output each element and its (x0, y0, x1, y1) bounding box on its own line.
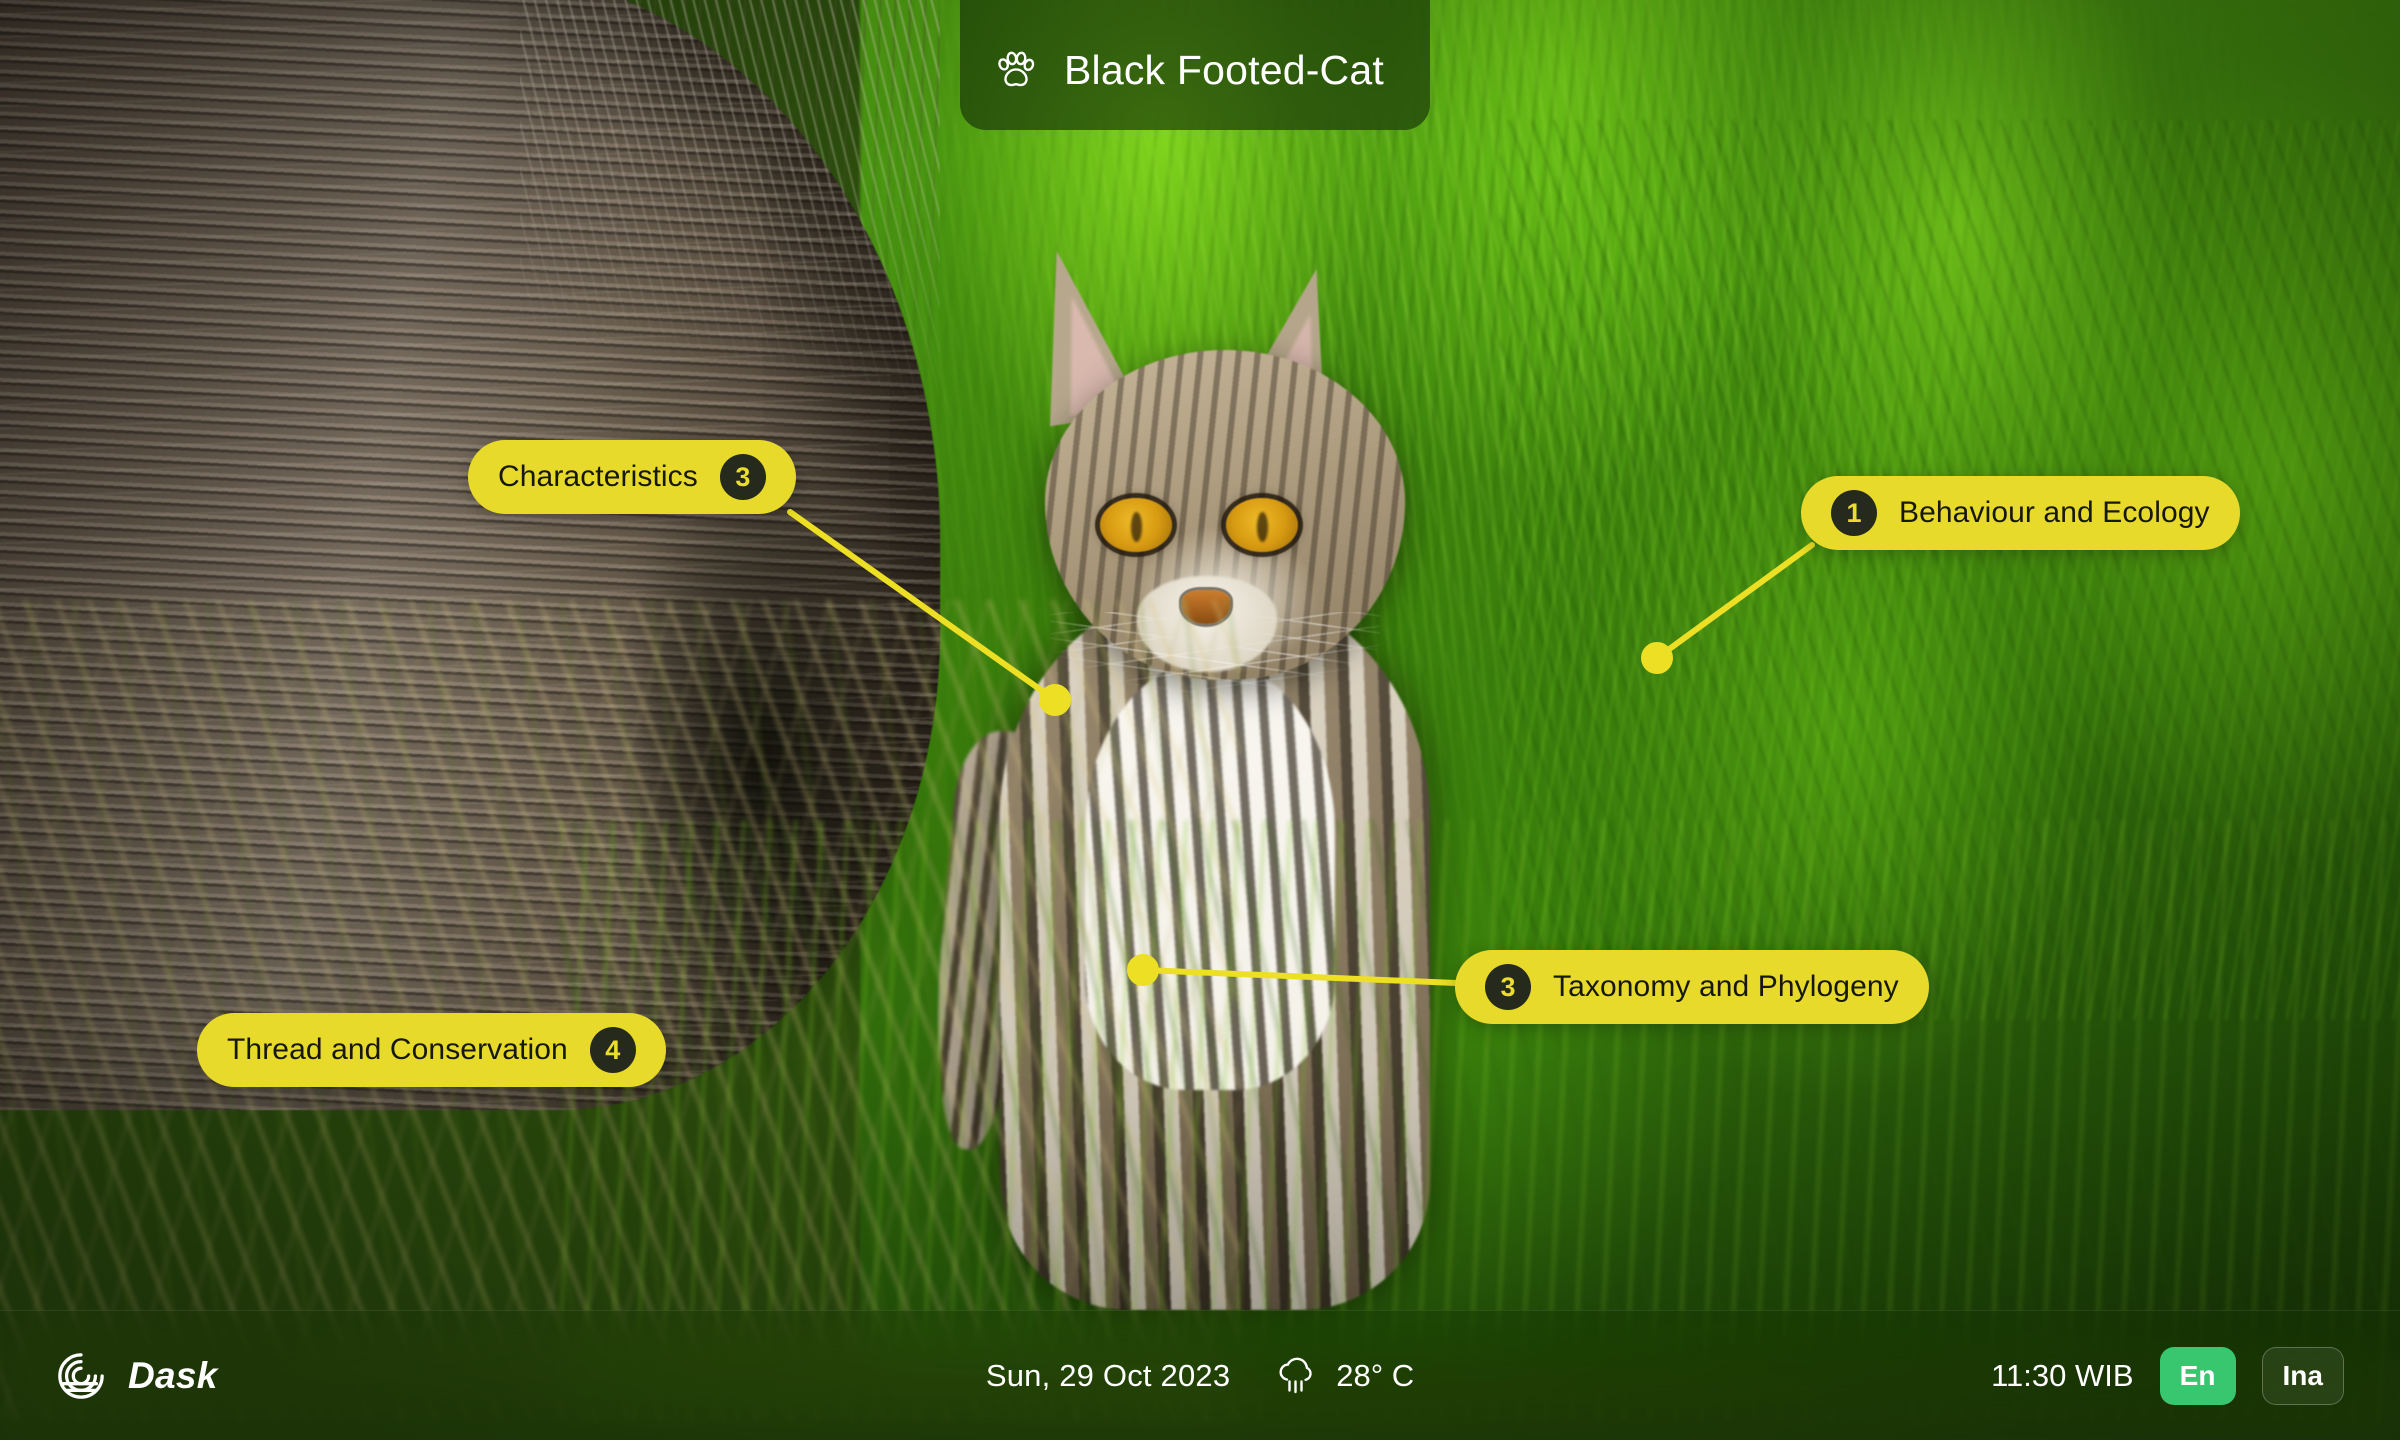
taskbar-center: Sun, 29 Oct 2023 28° C (792, 1354, 1608, 1398)
vignette-overlay (0, 0, 2400, 1440)
language-button-ina[interactable]: Ina (2261, 1346, 2344, 1405)
page-title: Black Footed-Cat (1064, 46, 1384, 93)
brand-name: Dask (128, 1354, 218, 1396)
taskbar-brand[interactable]: Dask (0, 1351, 792, 1401)
dask-spiral-logo-icon (58, 1352, 104, 1399)
page-title-bar: Black Footed-Cat (960, 0, 1430, 130)
annotation-label: Characteristics (498, 460, 698, 493)
rain-cloud-icon (1279, 1357, 1312, 1393)
temperature-label: 28° C (1336, 1357, 1415, 1393)
taskbar: Dask Sun, 29 Oct 2023 28° C 11:30 WIB En… (0, 1310, 2400, 1440)
annotation-label: Thread and Conservation (227, 1033, 568, 1066)
screen: Black Footed-Cat Characteristics 3 1 Beh… (0, 0, 2400, 1440)
annotation-pill-thread-and-conservation[interactable]: Thread and Conservation 4 (197, 1013, 666, 1087)
taskbar-right: 11:30 WIB En Ina (1608, 1346, 2400, 1405)
annotation-label: Taxonomy and Phylogeny (1553, 970, 1899, 1003)
paw-icon (998, 51, 1035, 87)
annotation-badge: 4 (589, 1027, 636, 1073)
language-button-en[interactable]: En (2159, 1346, 2236, 1405)
annotation-label: Behaviour and Ecology (1899, 496, 2210, 529)
annotation-pill-characteristics[interactable]: Characteristics 3 (468, 440, 796, 514)
background-photo (0, 0, 2400, 1440)
annotation-pill-taxonomy-and-phylogeny[interactable]: 3 Taxonomy and Phylogeny (1455, 950, 1929, 1024)
clock-label: 11:30 WIB (1991, 1357, 2134, 1393)
annotation-badge: 3 (1485, 964, 1531, 1010)
weather-widget[interactable]: 28° C (1274, 1354, 1414, 1398)
annotation-badge: 3 (719, 454, 766, 500)
date-label: Sun, 29 Oct 2023 (985, 1357, 1231, 1393)
annotation-pill-behaviour-and-ecology[interactable]: 1 Behaviour and Ecology (1801, 476, 2240, 550)
annotation-badge: 1 (1831, 490, 1877, 536)
